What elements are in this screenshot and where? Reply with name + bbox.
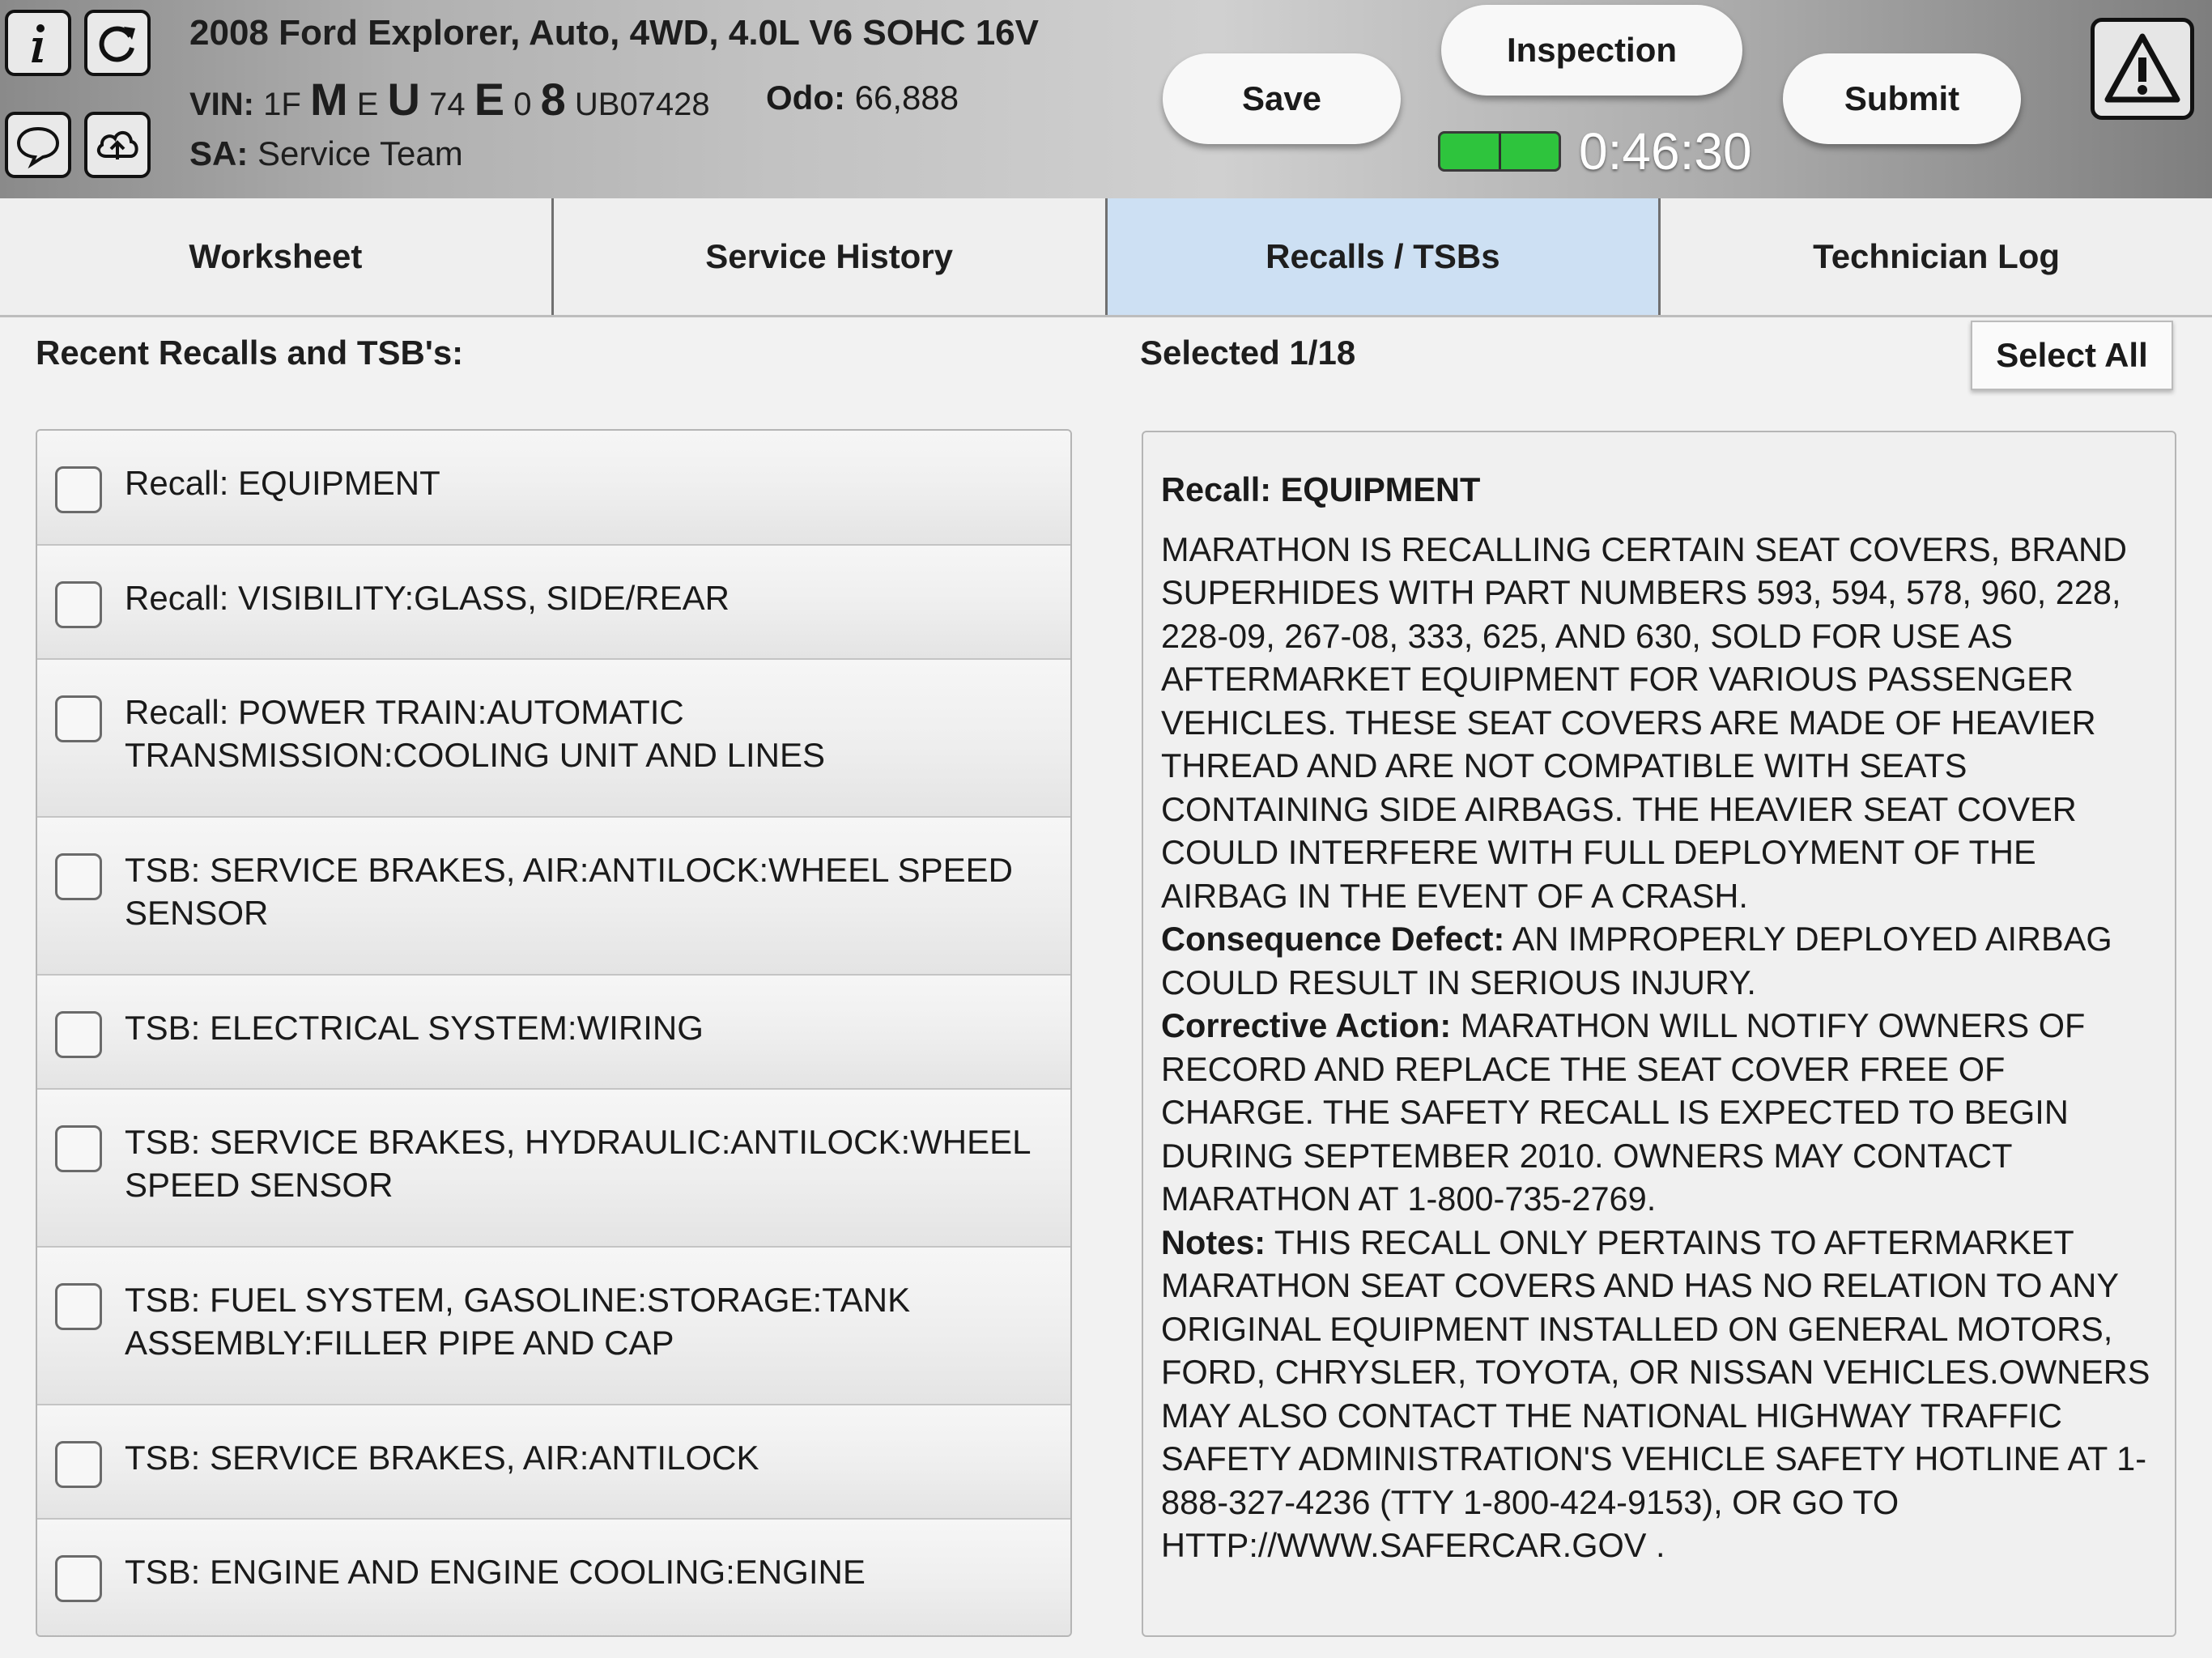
detail-summary: MARATHON IS RECALLING CERTAIN SEAT COVER… bbox=[1161, 529, 2127, 915]
list-item[interactable]: Recall: VISIBILITY:GLASS, SIDE/REAR bbox=[37, 546, 1070, 660]
checkbox[interactable] bbox=[55, 1125, 102, 1172]
vin-part: U bbox=[387, 74, 420, 125]
checkbox[interactable] bbox=[55, 1441, 102, 1488]
recall-detail-panel: Recall: EQUIPMENT MARATHON IS RECALLING … bbox=[1142, 431, 2176, 1637]
list-item[interactable]: TSB: SERVICE BRAKES, HYDRAULIC:ANTILOCK:… bbox=[37, 1090, 1070, 1248]
checkbox[interactable] bbox=[55, 695, 102, 742]
refresh-button[interactable] bbox=[84, 10, 151, 76]
chat-icon bbox=[16, 126, 60, 169]
tab-bar: Worksheet Service History Recalls / TSBs… bbox=[0, 198, 2212, 317]
sa-label: SA: bbox=[189, 134, 249, 172]
odo-value: 66,888 bbox=[854, 79, 959, 117]
checkbox[interactable] bbox=[55, 466, 102, 513]
detail-corrective: Corrective Action: MARATHON WILL NOTIFY … bbox=[1161, 1004, 2155, 1221]
tab-technician-log[interactable]: Technician Log bbox=[1661, 198, 2212, 315]
inspection-button[interactable]: Inspection bbox=[1441, 5, 1742, 96]
list-item-label: TSB: SERVICE BRAKES, AIR:ANTILOCK:WHEEL … bbox=[125, 851, 1013, 932]
vehicle-title: 2008 Ford Explorer, Auto, 4WD, 4.0L V6 S… bbox=[189, 13, 1039, 53]
list-item-label: TSB: SERVICE BRAKES, AIR:ANTILOCK bbox=[125, 1439, 759, 1477]
notes-text: THIS RECALL ONLY PERTAINS TO AFTERMARKET… bbox=[1161, 1222, 2150, 1565]
timer-progress-bar bbox=[1438, 131, 1561, 172]
checkbox[interactable] bbox=[55, 853, 102, 900]
list-item[interactable]: TSB: SERVICE BRAKES, AIR:ANTILOCK bbox=[37, 1405, 1070, 1520]
vin-part: UB07428 bbox=[574, 87, 710, 122]
warning-icon bbox=[2104, 33, 2180, 103]
recalls-list: Recall: EQUIPMENT Recall: VISIBILITY:GLA… bbox=[36, 429, 1072, 1637]
chat-button[interactable] bbox=[5, 112, 71, 178]
list-item[interactable]: TSB: ENGINE AND ENGINE COOLING:ENGINE bbox=[37, 1520, 1070, 1635]
list-item[interactable]: Recall: EQUIPMENT bbox=[37, 431, 1070, 546]
checkbox[interactable] bbox=[55, 1555, 102, 1602]
submit-button[interactable]: Submit bbox=[1783, 53, 2021, 144]
checkbox[interactable] bbox=[55, 1283, 102, 1330]
vin-part: E bbox=[474, 74, 505, 125]
list-item-label: TSB: SERVICE BRAKES, HYDRAULIC:ANTILOCK:… bbox=[125, 1123, 1030, 1204]
tab-worksheet[interactable]: Worksheet bbox=[0, 198, 554, 315]
list-item-label: Recall: VISIBILITY:GLASS, SIDE/REAR bbox=[125, 579, 730, 617]
list-item[interactable]: TSB: FUEL SYSTEM, GASOLINE:STORAGE:TANK … bbox=[37, 1248, 1070, 1405]
tab-service-history[interactable]: Service History bbox=[554, 198, 1108, 315]
selected-count: Selected 1/18 bbox=[1140, 334, 1356, 372]
list-item-label: Recall: POWER TRAIN:AUTOMATIC TRANSMISSI… bbox=[125, 693, 826, 774]
checkbox[interactable] bbox=[55, 1011, 102, 1058]
upload-button[interactable] bbox=[84, 112, 151, 178]
consequence-label: Consequence Defect: bbox=[1161, 920, 1505, 958]
select-all-button[interactable]: Select All bbox=[1971, 321, 2173, 390]
corrective-label: Corrective Action: bbox=[1161, 1006, 1452, 1044]
tab-recalls-tsbs[interactable]: Recalls / TSBs bbox=[1107, 198, 1661, 315]
notes-label: Notes: bbox=[1161, 1222, 1266, 1261]
cloud-upload-icon bbox=[96, 131, 138, 159]
vin-part: M bbox=[309, 74, 348, 125]
list-item[interactable]: TSB: ELECTRICAL SYSTEM:WIRING bbox=[37, 976, 1070, 1090]
odometer: Odo: 66,888 bbox=[766, 79, 959, 117]
save-button[interactable]: Save bbox=[1163, 53, 1401, 144]
odo-label: Odo: bbox=[766, 79, 845, 117]
list-item-label: Recall: EQUIPMENT bbox=[125, 464, 440, 502]
timer-segment bbox=[1501, 134, 1559, 169]
refresh-icon bbox=[99, 26, 135, 62]
detail-title: Recall: EQUIPMENT bbox=[1161, 470, 1481, 508]
list-item-label: TSB: FUEL SYSTEM, GASOLINE:STORAGE:TANK … bbox=[125, 1281, 911, 1362]
vin-part: E bbox=[356, 87, 379, 122]
list-item[interactable]: Recall: POWER TRAIN:AUTOMATIC TRANSMISSI… bbox=[37, 660, 1070, 818]
detail-consequence: Consequence Defect: AN IMPROPERLY DEPLOY… bbox=[1161, 917, 2155, 1004]
vin-part: 0 bbox=[513, 87, 532, 122]
timer-segment bbox=[1440, 134, 1501, 169]
app-header: 2008 Ford Explorer, Auto, 4WD, 4.0L V6 S… bbox=[0, 0, 2212, 198]
info-button[interactable] bbox=[5, 10, 71, 76]
checkbox[interactable] bbox=[55, 581, 102, 628]
list-item-label: TSB: ENGINE AND ENGINE COOLING:ENGINE bbox=[125, 1553, 866, 1591]
list-item[interactable]: TSB: SERVICE BRAKES, AIR:ANTILOCK:WHEEL … bbox=[37, 818, 1070, 976]
vin-display: VIN: 1F M E U 74 E 0 8 UB07428 bbox=[189, 73, 710, 125]
vin-part: 8 bbox=[540, 74, 566, 125]
warning-button[interactable] bbox=[2091, 18, 2194, 120]
vin-part: 1F bbox=[263, 87, 301, 122]
service-advisor: SA: Service Team bbox=[189, 134, 463, 173]
recalls-heading: Recent Recalls and TSB's: bbox=[36, 334, 464, 372]
timer-display: 0:46:30 bbox=[1579, 122, 1752, 181]
list-item-label: TSB: ELECTRICAL SYSTEM:WIRING bbox=[125, 1009, 704, 1047]
info-icon bbox=[32, 24, 45, 62]
vin-part: 74 bbox=[429, 87, 466, 122]
detail-notes: Notes: THIS RECALL ONLY PERTAINS TO AFTE… bbox=[1161, 1221, 2155, 1567]
vin-label: VIN: bbox=[189, 87, 254, 122]
sa-value: Service Team bbox=[257, 134, 463, 172]
